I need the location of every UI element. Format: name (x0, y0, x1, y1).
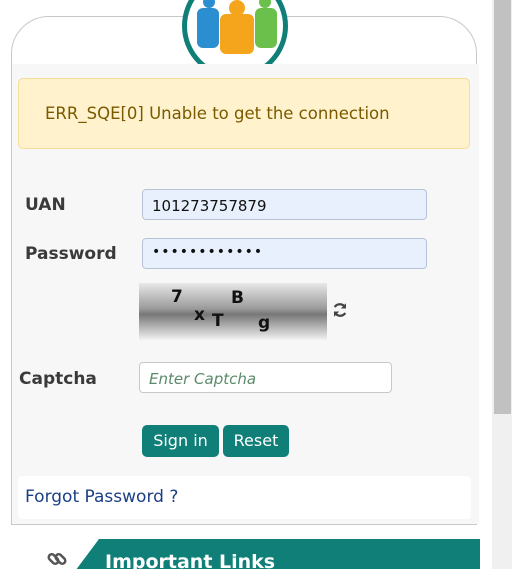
captcha-input[interactable]: Enter Captcha (139, 362, 392, 393)
reset-button[interactable]: Reset (223, 425, 289, 457)
important-links-title[interactable]: Important Links (105, 551, 275, 573)
sign-in-button[interactable]: Sign in (142, 425, 219, 457)
captcha-char: g (258, 313, 271, 333)
captcha-char: B (231, 288, 244, 308)
uan-input[interactable]: 101273757879 (142, 189, 427, 220)
link-icon (47, 552, 67, 566)
password-label: Password (25, 244, 117, 264)
captcha-char: 7 (171, 287, 183, 307)
scrollbar-thumb[interactable] (494, 0, 511, 414)
captcha-char: x (194, 305, 205, 325)
captcha-char: T (212, 311, 224, 331)
forgot-password-link[interactable]: Forgot Password ? (25, 487, 178, 507)
refresh-icon[interactable] (331, 301, 349, 319)
captcha-label: Captcha (19, 369, 97, 389)
error-alert: ERR_SQE[0] Unable to get the connection (18, 78, 470, 149)
captcha-image: 7 x T B g (139, 283, 327, 340)
uan-label: UAN (25, 195, 66, 215)
password-input[interactable]: •••••••••••• (142, 238, 427, 269)
